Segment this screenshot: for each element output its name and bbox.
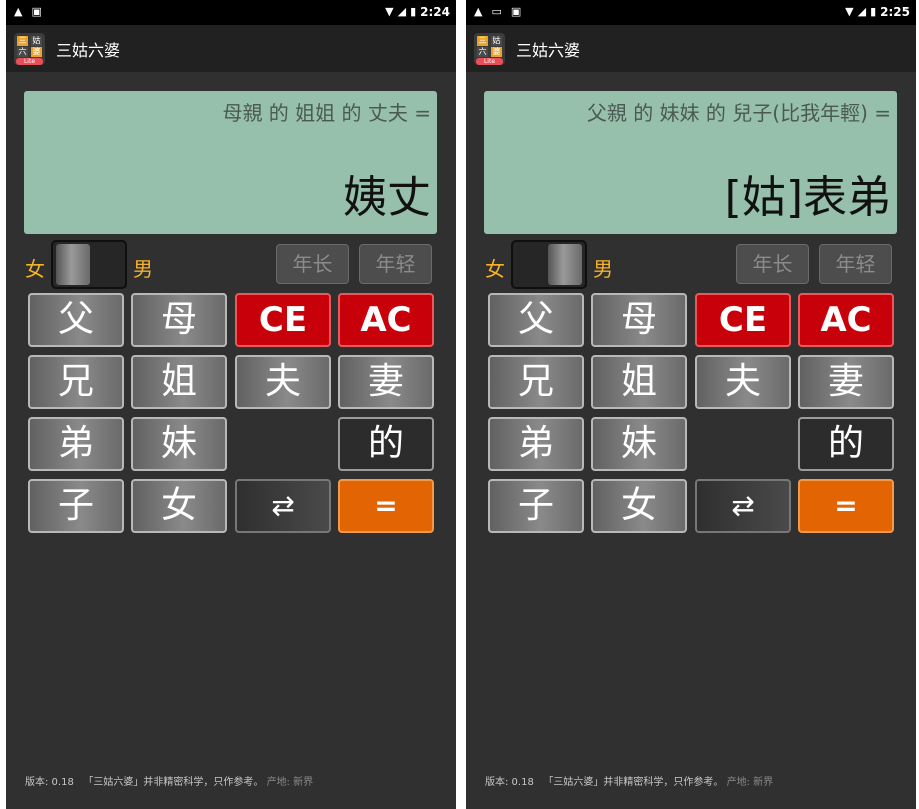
wifi-icon: ▼ <box>385 5 394 18</box>
result-text: 姨丈 <box>343 172 431 223</box>
phone-screen-left: ▲ ▣ ▼ ◢ ▮ 2:24 三 姑 六 婆 Lite 三姑六婆 母親 的 姐姐… <box>6 0 456 809</box>
gender-male-label: 男 <box>593 257 613 281</box>
older-button[interactable]: 年长 <box>276 244 349 284</box>
logo-cell: 婆 <box>31 47 42 57</box>
older-button[interactable]: 年长 <box>736 244 809 284</box>
key-elder-brother[interactable]: 兄 <box>28 355 124 409</box>
key-all-clear[interactable]: AC <box>798 293 894 347</box>
signal-icon: ◢ <box>397 5 407 18</box>
app-logo-icon: 三 姑 六 婆 Lite <box>474 33 505 65</box>
gender-female-label: 女 <box>485 257 505 281</box>
key-of[interactable]: 的 <box>798 417 894 471</box>
app-title: 三姑六婆 <box>56 41 121 60</box>
key-swap[interactable]: ⇄ <box>695 479 791 533</box>
wifi-icon: ▼ <box>845 5 854 18</box>
origin-text: 产地: 新界 <box>266 777 314 788</box>
expression-text: 父親 的 妹妹 的 兒子(比我年輕) = <box>586 101 891 125</box>
key-father[interactable]: 父 <box>488 293 584 347</box>
logo-cell: 六 <box>17 47 28 57</box>
gender-male-label: 男 <box>133 257 153 281</box>
key-of[interactable]: 的 <box>338 417 434 471</box>
app-logo-icon: 三 姑 六 婆 Lite <box>14 33 45 65</box>
logo-badge: Lite <box>16 58 43 65</box>
relation-display: 母親 的 姐姐 的 丈夫 = 姨丈 <box>24 91 437 234</box>
version-text: 版本: 0.18 <box>485 777 534 788</box>
expression-text: 母親 的 姐姐 的 丈夫 = <box>222 101 431 125</box>
key-father[interactable]: 父 <box>28 293 124 347</box>
key-equals[interactable]: = <box>338 479 434 533</box>
status-time: 2:24 <box>420 5 450 19</box>
app-title: 三姑六婆 <box>516 41 581 60</box>
logo-cell: 婆 <box>491 47 502 57</box>
key-clear-entry[interactable]: CE <box>235 293 331 347</box>
app-bar: 三 姑 六 婆 Lite 三姑六婆 <box>466 25 916 72</box>
key-wife[interactable]: 妻 <box>338 355 434 409</box>
key-son[interactable]: 子 <box>28 479 124 533</box>
footer: 版本: 0.18 「三姑六婆」并非精密科学，只作参考。 产地: 新界 <box>485 773 773 788</box>
logo-cell: 三 <box>17 36 28 46</box>
key-elder-sister[interactable]: 姐 <box>131 355 227 409</box>
result-text: [姑]表弟 <box>724 172 891 223</box>
phone-screen-right: ▲ ▭ ▣ ▼ ◢ ▮ 2:25 三 姑 六 婆 Lite 三姑六婆 父親 的 … <box>466 0 916 809</box>
warning-icon: ▲ <box>474 5 483 18</box>
key-equals[interactable]: = <box>798 479 894 533</box>
key-daughter[interactable]: 女 <box>591 479 687 533</box>
status-time: 2:25 <box>880 5 910 19</box>
battery-icon: ▮ <box>870 5 877 18</box>
disclaimer-text: 「三姑六婆」并非精密科学，只作参考。 <box>543 777 724 788</box>
battery-icon: ▮ <box>410 5 417 18</box>
relation-display: 父親 的 妹妹 的 兒子(比我年輕) = [姑]表弟 <box>484 91 897 234</box>
key-elder-sister[interactable]: 姐 <box>591 355 687 409</box>
key-daughter[interactable]: 女 <box>131 479 227 533</box>
disclaimer-text: 「三姑六婆」并非精密科学，只作参考。 <box>83 777 264 788</box>
key-younger-sister[interactable]: 妹 <box>131 417 227 471</box>
key-younger-brother[interactable]: 弟 <box>488 417 584 471</box>
app-bar: 三 姑 六 婆 Lite 三姑六婆 <box>6 25 456 72</box>
app-notification-icon: ▣ <box>31 5 42 18</box>
key-wife[interactable]: 妻 <box>798 355 894 409</box>
gender-toggle[interactable] <box>51 240 127 289</box>
gender-toggle[interactable] <box>511 240 587 289</box>
key-son[interactable]: 子 <box>488 479 584 533</box>
status-bar: ▲ ▭ ▣ ▼ ◢ ▮ 2:25 <box>466 0 916 25</box>
warning-icon: ▲ <box>14 5 23 18</box>
signal-icon: ◢ <box>857 5 867 18</box>
key-elder-brother[interactable]: 兄 <box>488 355 584 409</box>
key-younger-brother[interactable]: 弟 <box>28 417 124 471</box>
logo-cell: 姑 <box>31 36 42 46</box>
version-text: 版本: 0.18 <box>25 777 74 788</box>
key-husband[interactable]: 夫 <box>235 355 331 409</box>
key-clear-entry[interactable]: CE <box>695 293 791 347</box>
younger-button[interactable]: 年轻 <box>359 244 432 284</box>
toggle-knob[interactable] <box>548 244 582 285</box>
key-all-clear[interactable]: AC <box>338 293 434 347</box>
logo-cell: 六 <box>477 47 488 57</box>
footer: 版本: 0.18 「三姑六婆」并非精密科学，只作参考。 产地: 新界 <box>25 773 313 788</box>
key-swap[interactable]: ⇄ <box>235 479 331 533</box>
key-husband[interactable]: 夫 <box>695 355 791 409</box>
status-bar: ▲ ▣ ▼ ◢ ▮ 2:24 <box>6 0 456 25</box>
key-mother[interactable]: 母 <box>591 293 687 347</box>
logo-cell: 三 <box>477 36 488 46</box>
app-notification-icon: ▣ <box>510 5 522 18</box>
image-notification-icon: ▭ <box>491 5 502 18</box>
logo-badge: Lite <box>476 58 503 65</box>
gender-female-label: 女 <box>25 257 45 281</box>
key-mother[interactable]: 母 <box>131 293 227 347</box>
toggle-knob[interactable] <box>56 244 90 285</box>
younger-button[interactable]: 年轻 <box>819 244 892 284</box>
origin-text: 产地: 新界 <box>726 777 774 788</box>
key-younger-sister[interactable]: 妹 <box>591 417 687 471</box>
logo-cell: 姑 <box>491 36 502 46</box>
